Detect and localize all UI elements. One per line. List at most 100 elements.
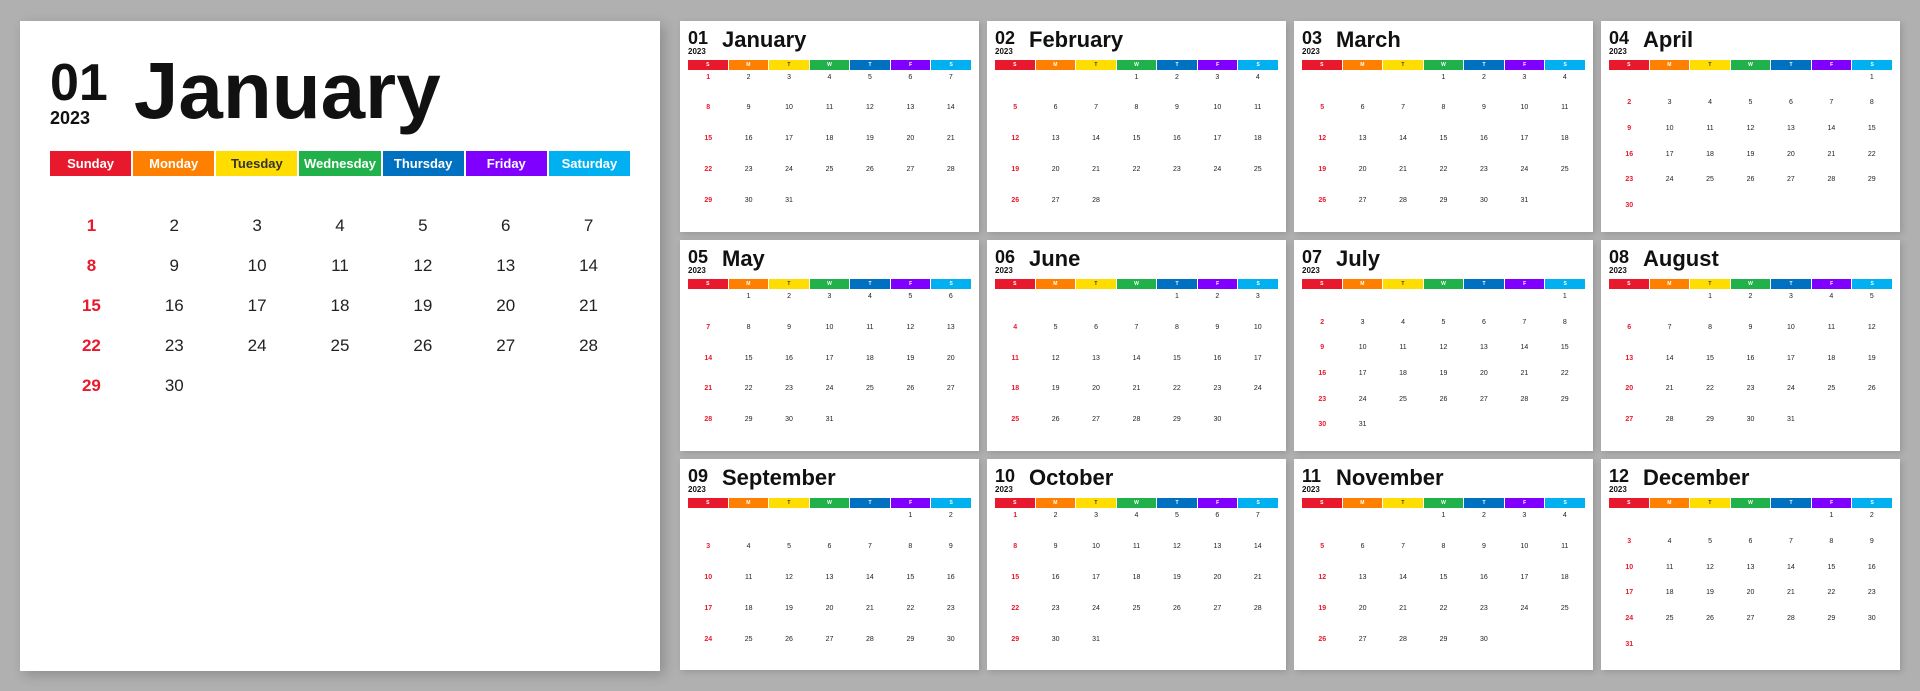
mini-day-cell: 24 bbox=[1771, 383, 1811, 414]
mini-day-cell: 20 bbox=[1342, 603, 1382, 634]
mini-day-cell: 24 bbox=[769, 164, 809, 195]
mini-day-hdr-wed: W bbox=[810, 279, 850, 289]
mini-num: 08 bbox=[1609, 248, 1637, 266]
mini-day-cell: 9 bbox=[1730, 322, 1770, 353]
mini-day-cell: 14 bbox=[1116, 353, 1156, 384]
mini-day-cell: 29 bbox=[1852, 174, 1892, 200]
mini-month-name: April bbox=[1643, 29, 1693, 51]
mini-day-cell: 10 bbox=[769, 102, 809, 133]
mini-day-hdr-sun: S bbox=[1302, 60, 1342, 70]
mini-day-hdr-thu: T bbox=[1464, 498, 1504, 508]
mini-day-cell bbox=[688, 291, 728, 322]
mini-day-hdr-thu: T bbox=[850, 498, 890, 508]
mini-day-cell: 2 bbox=[1035, 510, 1075, 541]
mini-day-cell: 12 bbox=[995, 133, 1035, 164]
mini-day-cell: 27 bbox=[1730, 613, 1770, 639]
mini-day-cell: 26 bbox=[1302, 634, 1342, 665]
mini-day-cell: 11 bbox=[995, 353, 1035, 384]
mini-day-cell: 20 bbox=[1771, 149, 1811, 175]
mini-day-headers: SMTWTFS bbox=[1609, 60, 1892, 70]
mini-day-cell: 8 bbox=[1423, 541, 1463, 572]
mini-day-cell: 28 bbox=[1383, 195, 1423, 226]
mini-day-cell: 9 bbox=[1464, 541, 1504, 572]
mini-cal-grid: 1234567891011121314151617181920212223242… bbox=[1302, 72, 1585, 226]
mini-day-cell: 24 bbox=[1504, 603, 1544, 634]
mini-day-hdr-fri: F bbox=[891, 498, 931, 508]
mini-day-cell: 27 bbox=[1609, 414, 1649, 445]
mini-day-cell: 24 bbox=[1076, 603, 1116, 634]
mini-day-cell: 22 bbox=[1545, 368, 1585, 394]
mini-year: 2023 bbox=[688, 266, 716, 275]
mini-day-cell: 26 bbox=[850, 164, 890, 195]
mini-day-hdr-fri: F bbox=[1812, 498, 1852, 508]
mini-day-hdr-fri: F bbox=[1198, 279, 1238, 289]
wednesday-header: Wednesday bbox=[299, 151, 380, 176]
mini-day-hdr-thu: T bbox=[1771, 60, 1811, 70]
mini-day-cell: 9 bbox=[1157, 102, 1197, 133]
mini-day-headers: SMTWTFS bbox=[688, 279, 971, 289]
mini-day-cell: 12 bbox=[1302, 133, 1342, 164]
mini-month-name: September bbox=[722, 467, 836, 489]
mini-day-cell: 16 bbox=[1197, 353, 1237, 384]
mini-day-cell bbox=[1076, 291, 1116, 322]
mini-card-november: 112023NovemberSMTWTFS1234567891011121314… bbox=[1294, 459, 1593, 670]
mini-day-cell: 17 bbox=[1238, 353, 1278, 384]
mini-month-name: October bbox=[1029, 467, 1113, 489]
mini-day-cell: 12 bbox=[1852, 322, 1892, 353]
mini-day-cell: 13 bbox=[809, 572, 849, 603]
mini-num: 01 bbox=[688, 29, 716, 47]
mini-day-hdr-sat: S bbox=[1852, 498, 1892, 508]
mini-day-cell: 30 bbox=[1464, 195, 1504, 226]
mini-day-cell: 5 bbox=[1157, 510, 1197, 541]
mini-day-cell: 11 bbox=[1811, 322, 1851, 353]
large-cal-grid: 1234567891011121314151617181920212223242… bbox=[50, 186, 630, 406]
mini-day-hdr-sat: S bbox=[931, 498, 971, 508]
mini-day-cell: 9 bbox=[769, 322, 809, 353]
mini-day-headers: SMTWTFS bbox=[1609, 498, 1892, 508]
mini-day-cell: 8 bbox=[688, 102, 728, 133]
mini-day-cell: 22 bbox=[995, 603, 1035, 634]
mini-cal-grid: 1234567891011121314151617181920212223242… bbox=[688, 510, 971, 664]
mini-day-cell: 4 bbox=[1238, 72, 1278, 103]
mini-day-cell: 3 bbox=[769, 72, 809, 103]
mini-day-cell: 6 bbox=[1730, 536, 1770, 562]
mini-day-cell: 23 bbox=[1464, 603, 1504, 634]
mini-day-cell: 6 bbox=[931, 291, 971, 322]
saturday-header: Saturday bbox=[549, 151, 630, 176]
large-day-cell: 17 bbox=[216, 286, 299, 326]
mini-day-cell: 3 bbox=[1609, 536, 1649, 562]
mini-card-october: 102023OctoberSMTWTFS12345678910111213141… bbox=[987, 459, 1286, 670]
mini-year: 2023 bbox=[995, 485, 1023, 494]
mini-day-cell: 14 bbox=[1383, 572, 1423, 603]
mini-header: 032023March bbox=[1302, 29, 1585, 56]
large-day-cell bbox=[464, 366, 547, 406]
mini-day-cell bbox=[1035, 72, 1075, 103]
mini-day-cell: 19 bbox=[1852, 353, 1892, 384]
mini-day-cell: 12 bbox=[1157, 541, 1197, 572]
mini-day-cell: 3 bbox=[688, 541, 728, 572]
mini-day-cell: 11 bbox=[1545, 541, 1585, 572]
mini-day-hdr-tue: T bbox=[1383, 279, 1423, 289]
mini-day-cell: 10 bbox=[1649, 123, 1689, 149]
mini-day-cell: 22 bbox=[1116, 164, 1156, 195]
mini-day-cell: 9 bbox=[1197, 322, 1237, 353]
mini-day-cell: 24 bbox=[1197, 164, 1237, 195]
mini-num: 06 bbox=[995, 248, 1023, 266]
mini-day-cell: 3 bbox=[1649, 97, 1689, 123]
mini-day-cell: 26 bbox=[1852, 383, 1892, 414]
mini-day-cell: 5 bbox=[769, 541, 809, 572]
mini-day-hdr-thu: T bbox=[1464, 279, 1504, 289]
mini-day-cell: 21 bbox=[850, 603, 890, 634]
mini-month-name: December bbox=[1643, 467, 1749, 489]
mini-day-cell: 3 bbox=[1504, 72, 1544, 103]
mini-day-cell: 14 bbox=[1238, 541, 1278, 572]
large-day-cell: 26 bbox=[381, 326, 464, 366]
sunday-header: Sunday bbox=[50, 151, 131, 176]
mini-day-cell: 8 bbox=[1852, 97, 1892, 123]
large-day-cell: 21 bbox=[547, 286, 630, 326]
mini-day-cell: 11 bbox=[728, 572, 768, 603]
mini-day-cell bbox=[1035, 291, 1075, 322]
large-day-cell: 24 bbox=[216, 326, 299, 366]
mini-day-cell: 30 bbox=[1464, 634, 1504, 665]
mini-day-hdr-sat: S bbox=[1238, 279, 1278, 289]
